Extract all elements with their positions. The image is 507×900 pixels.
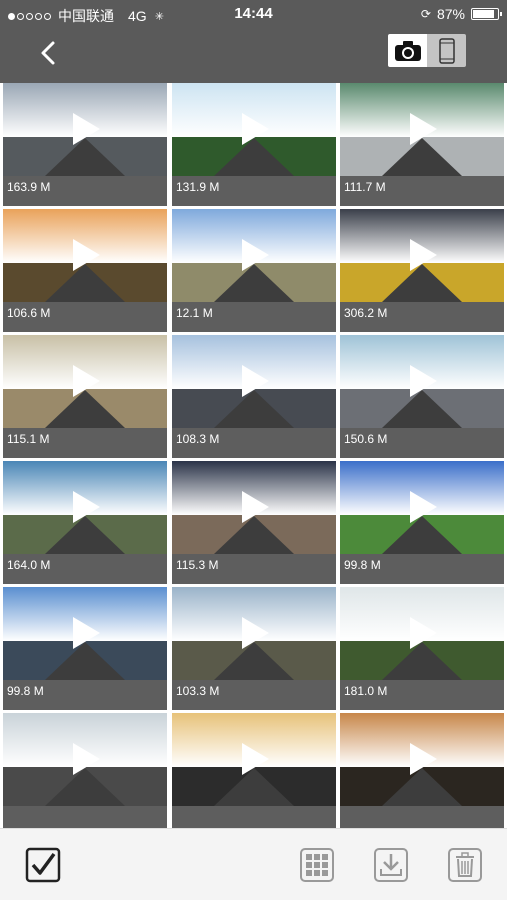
checkbox-icon [25, 847, 61, 883]
play-icon [242, 617, 269, 649]
video-size-label: 12.1 M [172, 302, 336, 332]
video-tile[interactable]: 99.8 M [3, 587, 167, 710]
video-size-label: 99.8 M [340, 554, 504, 584]
video-tile[interactable]: 115.3 M [172, 461, 336, 584]
play-icon [410, 491, 437, 523]
download-button[interactable] [373, 847, 409, 883]
video-size-label: 181.0 M [340, 680, 504, 710]
play-icon [410, 617, 437, 649]
video-thumbnail [3, 713, 167, 806]
video-thumbnail [3, 83, 167, 176]
grid-view-button[interactable] [299, 847, 335, 883]
video-thumbnail [3, 461, 167, 554]
status-bar: 中国联通 4G ✳ 14:44 ⟳ 87% [0, 0, 507, 28]
status-right: ⟳ 87% [420, 6, 502, 22]
video-thumbnail [3, 335, 167, 428]
video-size-label: 115.3 M [172, 554, 336, 584]
video-size-label [3, 806, 167, 828]
bottom-toolbar [0, 828, 507, 900]
play-icon [73, 365, 100, 397]
video-size-label: 106.6 M [3, 302, 167, 332]
video-size-label: 150.6 M [340, 428, 504, 458]
play-icon [410, 113, 437, 145]
video-thumbnail [340, 461, 504, 554]
phone-view-button[interactable] [427, 34, 466, 67]
video-size-label: 163.9 M [3, 176, 167, 206]
video-tile[interactable]: 106.6 M [3, 209, 167, 332]
orientation-lock-icon: ⟳ [420, 7, 431, 21]
video-size-label: 115.1 M [3, 428, 167, 458]
video-thumbnail [172, 335, 336, 428]
video-tile[interactable]: 103.3 M [172, 587, 336, 710]
video-tile[interactable] [340, 713, 504, 828]
video-tile[interactable] [3, 713, 167, 828]
phone-icon [438, 37, 455, 64]
nav-bar [0, 28, 507, 83]
video-tile[interactable]: 150.6 M [340, 335, 504, 458]
video-size-label: 111.7 M [340, 176, 504, 206]
video-tile[interactable]: 115.1 M [3, 335, 167, 458]
video-tile[interactable]: 111.7 M [340, 83, 504, 206]
video-tile[interactable]: 131.9 M [172, 83, 336, 206]
play-icon [410, 743, 437, 775]
play-icon [242, 365, 269, 397]
play-icon [242, 491, 269, 523]
video-tile[interactable]: 108.3 M [172, 335, 336, 458]
video-thumbnail [340, 713, 504, 806]
play-icon [242, 113, 269, 145]
video-thumbnail [172, 209, 336, 302]
video-thumbnail [172, 461, 336, 554]
video-thumbnail [172, 713, 336, 806]
play-icon [410, 239, 437, 271]
battery-percent: 87% [436, 6, 465, 22]
video-thumbnail [340, 209, 504, 302]
video-size-label [340, 806, 504, 828]
video-tile[interactable]: 164.0 M [3, 461, 167, 584]
camera-icon [394, 40, 421, 61]
video-size-label: 306.2 M [340, 302, 504, 332]
video-size-label: 131.9 M [172, 176, 336, 206]
download-icon [374, 848, 408, 882]
video-tile[interactable]: 12.1 M [172, 209, 336, 332]
select-button[interactable] [25, 847, 61, 883]
video-size-label: 103.3 M [172, 680, 336, 710]
video-tile[interactable] [172, 713, 336, 828]
view-toggle [388, 34, 466, 67]
play-icon [73, 743, 100, 775]
video-size-label: 108.3 M [172, 428, 336, 458]
video-thumbnail [172, 83, 336, 176]
play-icon [73, 239, 100, 271]
camera-view-button[interactable] [388, 34, 427, 67]
play-icon [410, 365, 437, 397]
battery-icon [471, 8, 502, 20]
video-size-label: 164.0 M [3, 554, 167, 584]
video-thumbnail [340, 587, 504, 680]
play-icon [73, 491, 100, 523]
video-size-label: 99.8 M [3, 680, 167, 710]
video-size-label [172, 806, 336, 828]
back-button[interactable] [34, 38, 64, 68]
chevron-left-icon [41, 41, 55, 65]
video-tile[interactable]: 163.9 M [3, 83, 167, 206]
video-thumbnail [3, 587, 167, 680]
delete-button[interactable] [447, 847, 483, 883]
app-root: 中国联通 4G ✳ 14:44 ⟳ 87% 163.9 M 131.9 M 11… [0, 0, 507, 900]
video-thumbnail [3, 209, 167, 302]
play-icon [242, 743, 269, 775]
video-grid: 163.9 M 131.9 M 111.7 M 106.6 M 12.1 M 306.2 … [0, 83, 507, 828]
grid-icon [300, 848, 334, 882]
video-tile[interactable]: 181.0 M [340, 587, 504, 710]
play-icon [242, 239, 269, 271]
video-tile[interactable]: 306.2 M [340, 209, 504, 332]
video-thumbnail [340, 83, 504, 176]
play-icon [73, 113, 100, 145]
play-icon [73, 617, 100, 649]
video-tile[interactable]: 99.8 M [340, 461, 504, 584]
trash-icon [448, 848, 482, 882]
video-thumbnail [340, 335, 504, 428]
header: 中国联通 4G ✳ 14:44 ⟳ 87% [0, 0, 507, 83]
video-thumbnail [172, 587, 336, 680]
